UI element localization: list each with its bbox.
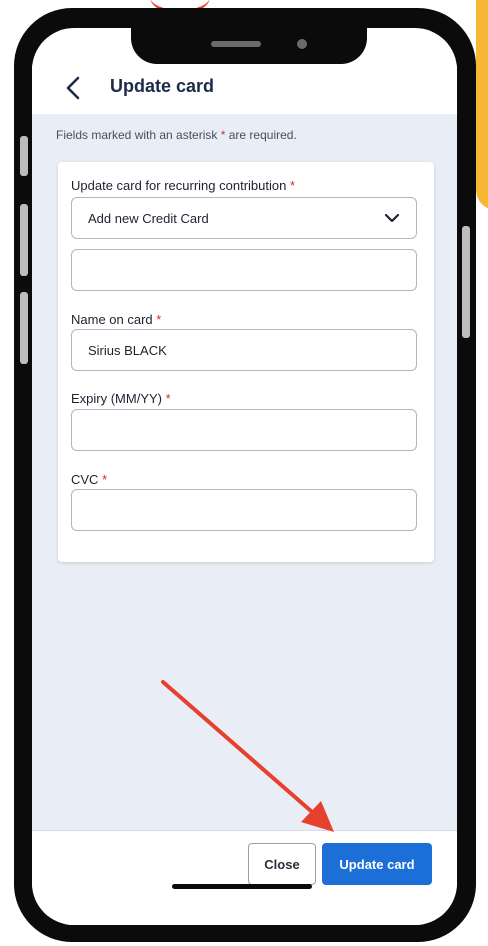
required-notice-suffix: are required. — [228, 128, 297, 142]
required-asterisk: * — [156, 312, 162, 327]
required-notice: Fields marked with an asterisk * are req… — [56, 128, 297, 142]
speaker — [211, 41, 261, 47]
chevron-down-icon — [384, 213, 400, 223]
card-select-dropdown[interactable]: Add new Credit Card — [71, 197, 417, 239]
home-indicator — [172, 884, 312, 889]
phone-side-button — [20, 136, 28, 176]
cvc-label: CVC * — [71, 472, 107, 487]
card-select-value: Add new Credit Card — [88, 211, 209, 226]
expiry-input[interactable] — [71, 409, 417, 451]
card-number-field[interactable] — [71, 249, 417, 291]
main-content: Fields marked with an asterisk * are req… — [32, 114, 457, 830]
required-asterisk: * — [165, 391, 171, 406]
card-select-label: Update card for recurring contribution * — [71, 178, 295, 193]
phone-side-button — [462, 226, 470, 338]
footer-actions: Close Update card — [32, 830, 457, 925]
phone-screen: Update card Fields marked with an asteri… — [32, 28, 457, 925]
cvc-label-text: CVC — [71, 472, 99, 487]
name-on-card-label-text: Name on card — [71, 312, 153, 327]
required-asterisk: * — [220, 128, 226, 142]
phone-notch — [131, 28, 367, 64]
page-title: Update card — [110, 76, 215, 96]
required-notice-prefix: Fields marked with an asterisk — [56, 128, 218, 142]
required-asterisk: * — [102, 472, 108, 487]
update-card-form: Update card for recurring contribution *… — [58, 162, 434, 562]
app-header: Update card — [32, 64, 457, 114]
phone-side-button — [20, 204, 28, 276]
cvc-input[interactable] — [71, 489, 417, 531]
close-button[interactable]: Close — [248, 843, 316, 885]
card-select-label-text: Update card for recurring contribution — [71, 178, 287, 193]
update-card-button[interactable]: Update card — [322, 843, 432, 885]
name-on-card-value: Sirius BLACK — [88, 343, 167, 358]
background-decoration — [476, 0, 488, 210]
name-on-card-label: Name on card * — [71, 312, 161, 327]
phone-side-button — [20, 292, 28, 364]
camera — [297, 39, 307, 49]
name-on-card-input[interactable]: Sirius BLACK — [71, 329, 417, 371]
expiry-label: Expiry (MM/YY) * — [71, 391, 171, 406]
chevron-left-icon[interactable] — [62, 75, 84, 101]
required-asterisk: * — [289, 178, 296, 193]
expiry-label-text: Expiry (MM/YY) — [71, 391, 162, 406]
